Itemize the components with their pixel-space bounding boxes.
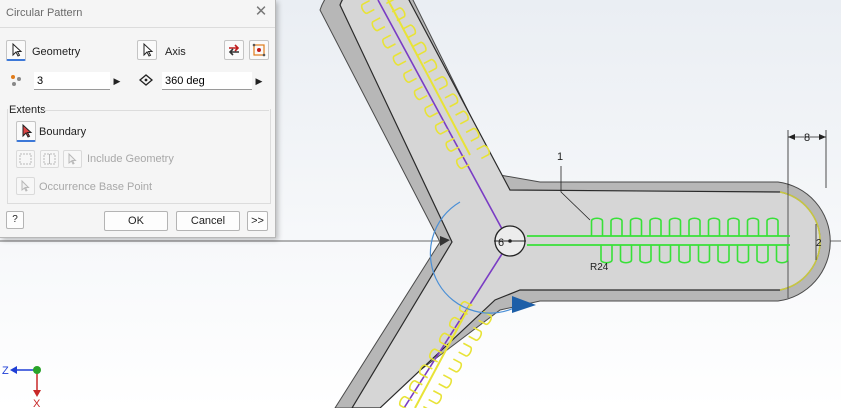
- occurrence-angle-icon: [138, 74, 154, 86]
- help-icon: ?: [12, 214, 18, 225]
- include-geometry-select-button[interactable]: [63, 150, 82, 168]
- ok-button[interactable]: OK: [104, 211, 168, 231]
- dialog-titlebar[interactable]: Circular Pattern ✕: [0, 0, 275, 26]
- occurrence-count-icon: [11, 75, 21, 86]
- cursor-grid-icon: [68, 152, 77, 165]
- close-icon[interactable]: ✕: [254, 4, 268, 19]
- dim-2-text: 2: [816, 238, 822, 249]
- geometry-select-button[interactable]: [6, 40, 26, 61]
- cursor-arrow-icon: [21, 179, 30, 192]
- angle-flyout-arrow[interactable]: ▶: [253, 72, 265, 90]
- flip-arrows-icon: [228, 44, 240, 56]
- occurrence-count-input[interactable]: [34, 72, 110, 90]
- pattern-placement-icon: [252, 43, 266, 57]
- include-cross-button[interactable]: [40, 150, 59, 168]
- count-flyout-arrow[interactable]: ▶: [111, 72, 123, 90]
- cursor-arrow-icon: [12, 42, 23, 57]
- triad-x-label: X: [33, 398, 41, 408]
- dim-8-text: 8: [804, 132, 810, 144]
- extents-group-top-line: [44, 110, 269, 111]
- cursor-arrow-icon: [143, 42, 154, 57]
- dim-1-text: 1: [557, 151, 563, 163]
- dialog-title: Circular Pattern: [6, 7, 83, 19]
- fitted-pattern-button[interactable]: [249, 40, 269, 60]
- flip-direction-button[interactable]: [224, 40, 244, 60]
- geometry-label: Geometry: [32, 46, 81, 58]
- cancel-button[interactable]: Cancel: [176, 211, 240, 231]
- include-all-button[interactable]: [16, 150, 35, 168]
- circular-pattern-dialog[interactable]: Circular Pattern ✕ Geometry Axis 3 ▶ 360…: [0, 0, 276, 238]
- grid-all-icon: [19, 153, 32, 165]
- boundary-select-button[interactable]: [16, 121, 36, 142]
- dim-r24-text: R24: [590, 262, 609, 273]
- titlebar-divider: [0, 27, 275, 28]
- help-button[interactable]: ?: [6, 211, 24, 229]
- grid-cross-icon: [43, 153, 56, 165]
- triad-origin: [33, 366, 41, 374]
- occurrence-base-point-label: Occurrence Base Point: [39, 181, 153, 193]
- triad-z-label: Z: [2, 365, 9, 377]
- cursor-arrow-red-icon: [22, 123, 33, 138]
- occurrence-base-point-button[interactable]: [16, 177, 35, 195]
- more-options-button[interactable]: >>: [247, 211, 268, 231]
- include-geometry-label: Include Geometry: [87, 153, 174, 165]
- axis-select-button[interactable]: [137, 40, 157, 60]
- boundary-label: Boundary: [39, 126, 87, 138]
- occurrence-angle-input[interactable]: [162, 72, 252, 90]
- axis-label: Axis: [165, 46, 186, 58]
- dim-6-text: 6: [498, 237, 504, 249]
